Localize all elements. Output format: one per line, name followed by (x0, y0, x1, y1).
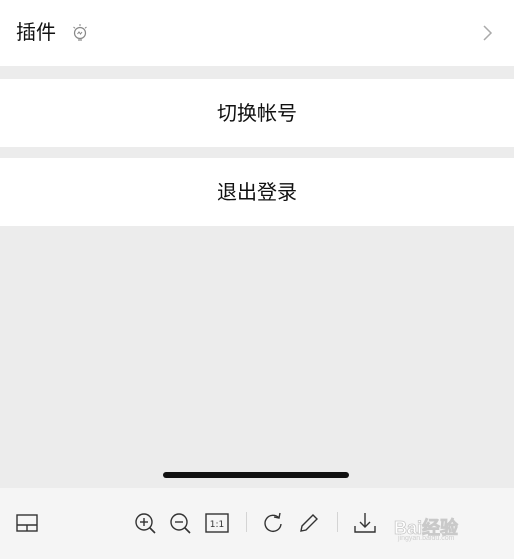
layout-icon[interactable] (14, 510, 40, 536)
logout-label: 退出登录 (217, 180, 297, 204)
plugins-row[interactable]: 插件 (0, 0, 514, 66)
home-indicator (163, 472, 349, 478)
zoom-out-icon[interactable] (167, 510, 193, 536)
baidu-watermark: Bai经验 jingyan.baidu.com (394, 502, 506, 548)
toolbar-divider (337, 512, 338, 532)
switch-account-label: 切换帐号 (217, 101, 297, 125)
lightbulb-icon (71, 23, 89, 43)
plugins-label: 插件 (16, 20, 56, 44)
watermark-url: jingyan.baidu.com (398, 535, 455, 542)
zoom-in-icon[interactable] (132, 510, 158, 536)
chevron-right-icon (482, 23, 494, 43)
actual-size-label: 1:1 (210, 520, 224, 530)
rotate-icon[interactable] (260, 510, 286, 536)
download-icon[interactable] (352, 510, 378, 536)
toolbar-divider (246, 512, 247, 532)
switch-account-button[interactable]: 切换帐号 (0, 79, 514, 147)
logout-button[interactable]: 退出登录 (0, 158, 514, 226)
image-viewer-toolbar: 1:1 Bai经验 jingyan.baidu.com (0, 488, 514, 559)
actual-size-icon[interactable]: 1:1 (204, 510, 230, 536)
edit-icon[interactable] (296, 510, 322, 536)
